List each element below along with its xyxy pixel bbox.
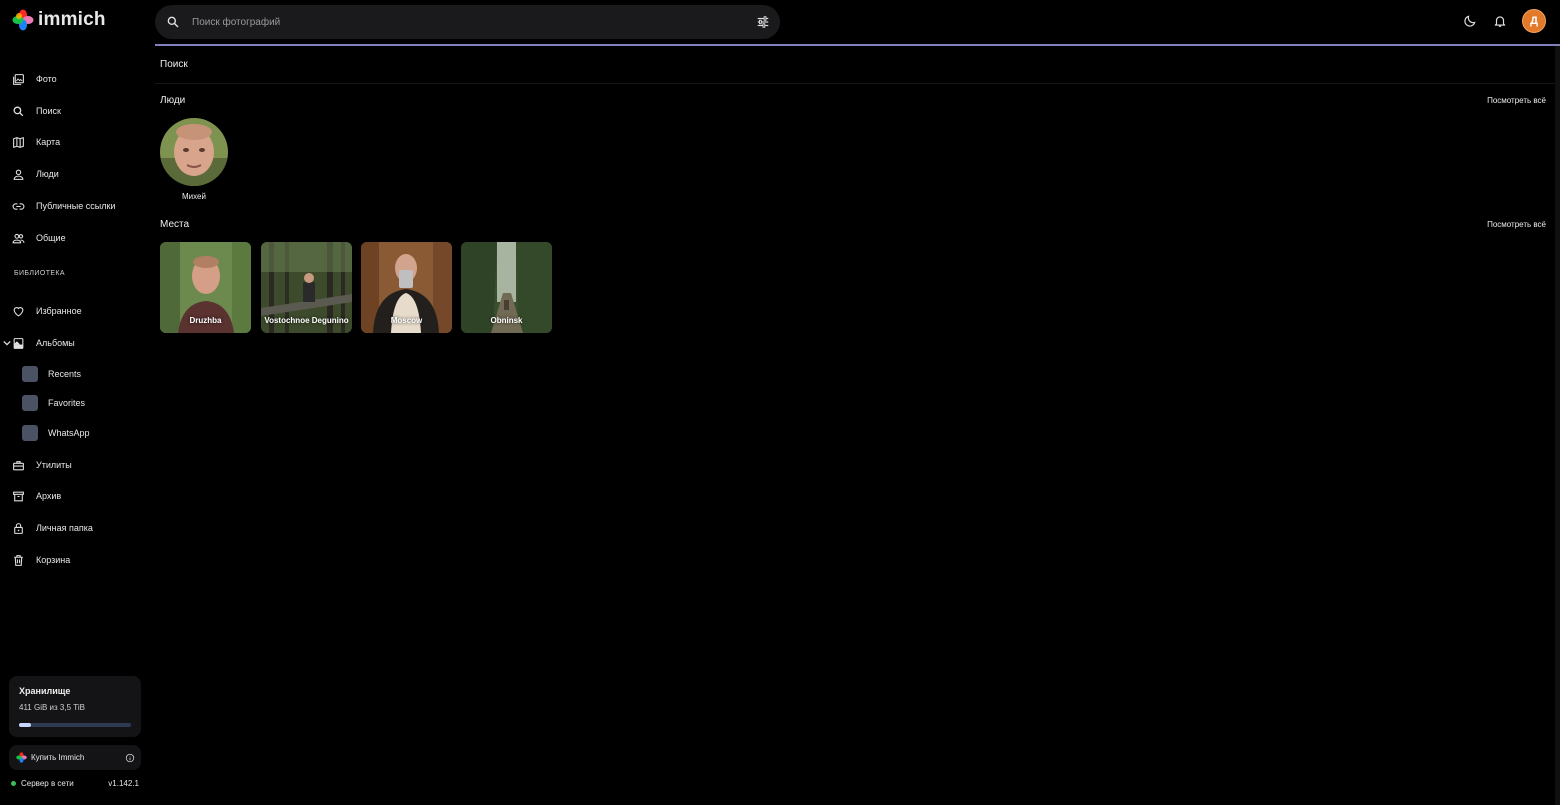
sidebar-item-label: Фото	[36, 74, 57, 84]
album-label: Recents	[48, 369, 82, 379]
sidebar-item-utilities[interactable]: Утилиты	[0, 451, 145, 479]
lock-icon	[14, 522, 23, 534]
place-name: Vostochnoe Degunino	[264, 316, 349, 325]
sidebar-item-label: Избранное	[36, 306, 82, 316]
place-card-obninsk[interactable]: Obninsk	[461, 242, 552, 333]
trash-icon	[14, 554, 23, 566]
storage-usage: 411 GiB из 3,5 TiB	[19, 703, 85, 712]
sidebar-item-label: Люди	[36, 169, 59, 179]
sidebar-item-label: Корзина	[36, 555, 71, 565]
app-name: immich	[38, 9, 106, 30]
buy-label: Купить Immich	[31, 753, 85, 762]
person-photo	[160, 118, 228, 186]
sidebar-item-map[interactable]: Карта	[0, 128, 145, 156]
top-right-actions: Д	[1462, 9, 1546, 33]
sidebar-item-public-links[interactable]: Публичные ссылки	[0, 192, 145, 220]
search-bar[interactable]	[155, 5, 780, 39]
theme-toggle-button[interactable]	[1462, 13, 1478, 29]
shared-icon	[12, 233, 25, 243]
sidebar-item-photos[interactable]: Фото	[0, 65, 145, 93]
page-title: Поиск	[160, 59, 188, 70]
album-thumbnail	[22, 395, 38, 411]
user-avatar[interactable]: Д	[1522, 9, 1546, 33]
immich-pinwheel-icon	[16, 752, 27, 763]
sidebar-item-shared[interactable]: Общие	[0, 224, 145, 252]
places-view-all-link[interactable]: Посмотреть всё	[1487, 220, 1546, 229]
search-input[interactable]	[192, 16, 732, 28]
people-section-title: Люди	[160, 95, 186, 106]
immich-pinwheel-icon	[12, 9, 34, 31]
server-status-label: Сервер в сети	[21, 779, 74, 788]
album-item-whatsapp[interactable]: WhatsApp	[22, 421, 90, 445]
place-name: Druzhba	[189, 316, 222, 325]
album-label: Favorites	[48, 398, 86, 408]
place-card-vostochnoe-degunino[interactable]: Vostochnoe Degunino	[261, 242, 352, 333]
sidebar-item-label: Публичные ссылки	[36, 201, 116, 211]
title-divider	[155, 83, 1560, 84]
sidebar: Фото Поиск Карта Люди Публичные ссылки О…	[0, 46, 150, 805]
place-card-druzhba[interactable]: Druzhba	[160, 242, 251, 333]
sidebar-item-label: Поиск	[36, 106, 61, 116]
album-label: WhatsApp	[48, 428, 90, 438]
moon-icon	[1464, 15, 1476, 27]
face-photo	[160, 118, 228, 186]
server-status: Сервер в сети v1.142.1	[11, 779, 139, 788]
storage-progress-fill	[19, 723, 32, 727]
sidebar-item-label: Архив	[36, 491, 62, 501]
sidebar-item-archive[interactable]: Архив	[0, 482, 145, 510]
place-card-moscow[interactable]: Moscow	[361, 242, 452, 333]
chevron-down-icon[interactable]	[3, 339, 11, 347]
toolbox-icon	[13, 460, 24, 470]
scrollbar[interactable]	[1555, 46, 1560, 805]
info-icon[interactable]	[125, 753, 135, 763]
people-view-all-link[interactable]: Посмотреть всё	[1487, 96, 1546, 105]
sidebar-item-locked-folder[interactable]: Личная папка	[0, 514, 145, 542]
app-root: immich Поиск фотографий Д Фото Поиск Кар…	[0, 0, 1560, 805]
search-icon	[13, 106, 24, 116]
sidebar-item-favorites[interactable]: Избранное	[0, 297, 145, 325]
buy-immich-button[interactable]: Купить Immich	[9, 745, 141, 770]
archive-icon	[13, 491, 24, 501]
album-thumbnail	[22, 366, 38, 382]
place-name: Obninsk	[490, 316, 523, 325]
photos-icon	[13, 73, 24, 85]
map-icon	[13, 136, 24, 148]
sidebar-item-people[interactable]: Люди	[0, 160, 145, 188]
person-icon	[13, 169, 24, 180]
storage-title: Хранилище	[19, 686, 71, 696]
bell-icon	[1494, 16, 1506, 27]
online-dot-icon	[11, 781, 16, 786]
link-icon	[12, 202, 25, 210]
album-thumbnail	[22, 425, 38, 441]
album-item-favorites[interactable]: Favorites	[22, 391, 85, 415]
storage-progress-bar	[19, 723, 131, 727]
place-name: Moscow	[390, 316, 423, 325]
filter-sliders-icon[interactable]	[756, 15, 770, 29]
search-icon	[167, 16, 179, 28]
storage-card: Хранилище 411 GiB из 3,5 TiB	[9, 676, 141, 737]
heart-icon	[13, 306, 24, 316]
sidebar-item-trash[interactable]: Корзина	[0, 546, 145, 574]
immich-logo[interactable]: immich	[12, 9, 106, 31]
sidebar-item-albums[interactable]: Альбомы	[0, 329, 145, 357]
sidebar-item-label: Карта	[36, 137, 61, 147]
places-section-title: Места	[160, 219, 190, 230]
sidebar-item-label: Общие	[36, 233, 66, 243]
library-section-label: БИБЛИОТЕКА	[14, 270, 65, 277]
person-name: Михей	[182, 192, 206, 201]
album-icon	[13, 337, 24, 349]
top-bar: immich Поиск фотографий Д	[0, 0, 1560, 46]
sidebar-item-search[interactable]: Поиск	[0, 97, 145, 125]
person-card[interactable]: Михей	[160, 118, 228, 201]
sidebar-item-label: Личная папка	[36, 523, 93, 533]
sidebar-item-label: Альбомы	[36, 338, 75, 348]
server-version: v1.142.1	[108, 779, 139, 788]
sidebar-item-label: Утилиты	[36, 460, 72, 470]
main-content: Поиск Люди Посмотреть всё Михей Места По…	[155, 46, 1560, 805]
notifications-button[interactable]	[1492, 13, 1508, 29]
album-item-recents[interactable]: Recents	[22, 362, 81, 386]
